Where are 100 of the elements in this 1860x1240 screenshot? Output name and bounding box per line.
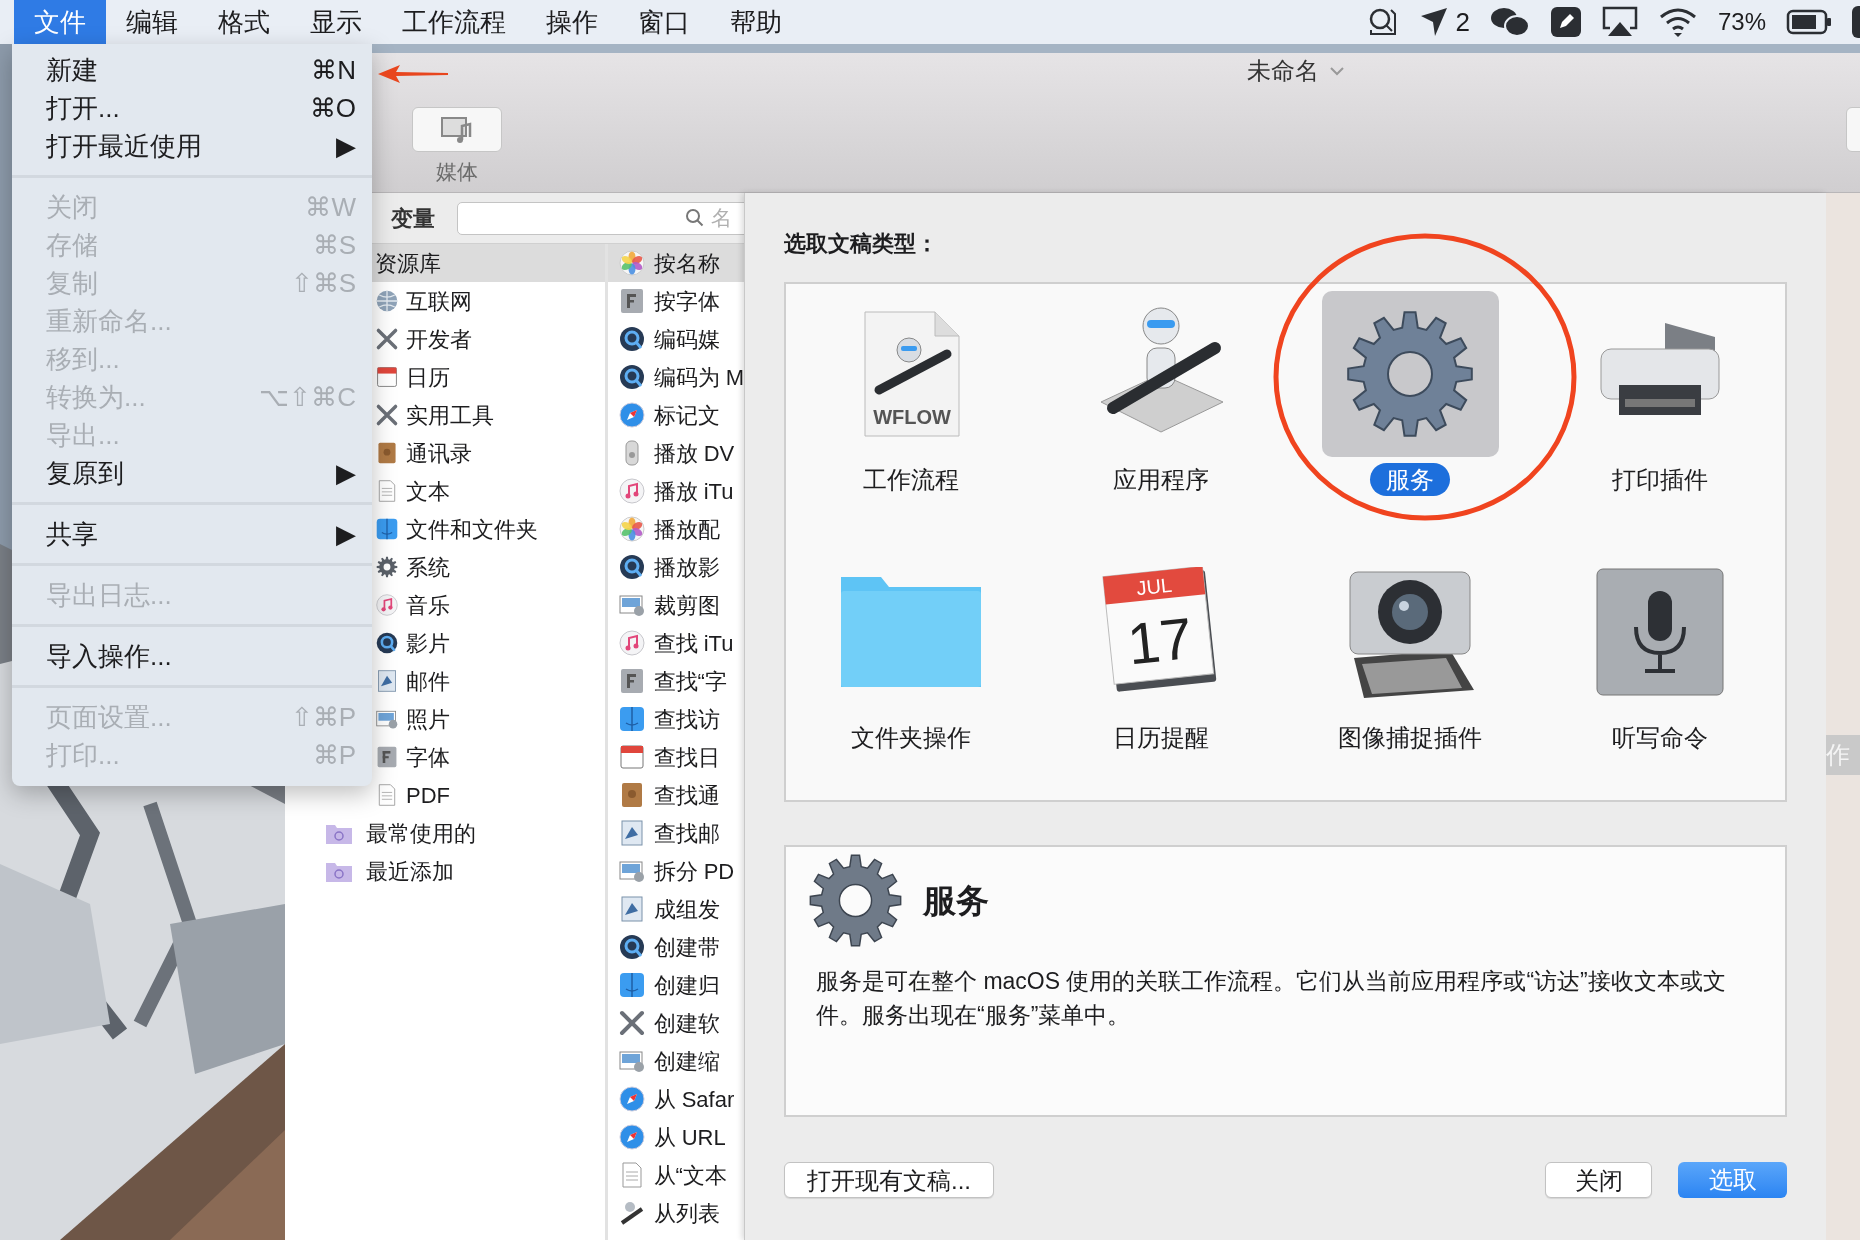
gear-icon — [808, 853, 903, 948]
document-type-label[interactable]: 应用程序 — [1096, 463, 1225, 496]
action-item[interactable]: 查找访 — [607, 700, 744, 738]
music-note-icon — [617, 629, 646, 657]
toolbar-label: 媒体 — [436, 159, 478, 185]
play-circle-icon — [617, 553, 646, 581]
action-item[interactable]: 查找“字 — [607, 662, 744, 700]
crossed-tools-icon — [375, 327, 399, 351]
variables-label[interactable]: 变量 — [391, 201, 435, 235]
description-text: 服务是可在整个 macOS 使用的关联工作流程。它们从当前应用程序或“访达”接收文本或文件。服务出现在“服务”菜单中。 — [815, 967, 1727, 1030]
face-icon — [375, 517, 399, 541]
action-item[interactable]: 播放影 — [607, 548, 744, 586]
airplay-icon[interactable] — [1601, 6, 1638, 38]
menu-item[interactable]: 新建 ⌘N — [12, 51, 372, 89]
menu-title[interactable]: 编辑 — [106, 0, 198, 44]
action-item[interactable]: 按字体 — [607, 282, 744, 320]
menu-title[interactable]: 文件 — [14, 0, 106, 44]
flower-icon — [617, 249, 646, 277]
menu-title[interactable]: 操作 — [526, 0, 618, 44]
menu-item[interactable]: 复原到 ▶ — [12, 454, 372, 492]
file-type-label: WFLOW — [873, 406, 951, 428]
paper-plane-icon[interactable] — [1419, 6, 1450, 38]
action-item[interactable]: 播放 DV — [607, 434, 744, 472]
menu-title[interactable]: 格式 — [198, 0, 290, 44]
menu-title[interactable]: 窗口 — [618, 0, 710, 44]
month-label: JUL — [1135, 573, 1173, 600]
close-button[interactable]: 关闭 — [1545, 1162, 1652, 1198]
action-item[interactable]: 创建归 — [607, 966, 744, 1004]
flower-icon — [617, 515, 646, 543]
compass-icon — [617, 1123, 646, 1151]
gear-icon — [375, 555, 399, 579]
font-tile-icon — [375, 745, 399, 769]
wifi-icon[interactable] — [1657, 6, 1698, 38]
action-item[interactable]: 裁剪图 — [607, 586, 744, 624]
action-item[interactable]: 查找邮 — [607, 814, 744, 852]
menu-item[interactable]: 打开最近使用 ▶ — [12, 127, 372, 165]
document-type-label[interactable]: 文件夹操作 — [834, 721, 987, 754]
action-item[interactable]: 创建软 — [607, 1004, 744, 1042]
action-item[interactable]: 从“文本 — [607, 1156, 744, 1194]
notification-count: 2 — [1455, 5, 1470, 39]
calendar-icon — [617, 743, 646, 771]
play-circle-icon — [617, 325, 646, 353]
compass-icon — [617, 1085, 646, 1113]
day-label: 17 — [1124, 604, 1195, 677]
action-item[interactable]: 按名称 — [607, 244, 744, 282]
action-item[interactable]: 拆分 PD — [607, 852, 744, 890]
action-item[interactable]: 创建缩 — [607, 1042, 744, 1080]
window-title: 未命名 — [1247, 56, 1319, 86]
calendar-icon — [375, 365, 399, 389]
action-item[interactable]: 播放 iTu — [607, 472, 744, 510]
description-title: 服务 — [923, 880, 989, 921]
action-item[interactable]: 成组发 — [607, 890, 744, 928]
play-circle-icon — [375, 631, 399, 655]
document-type-label[interactable]: 打印插件 — [1596, 463, 1725, 496]
face-icon — [617, 971, 646, 999]
document-type-label[interactable]: 日历提醒 — [1096, 721, 1225, 754]
document-type-label[interactable]: 听写命令 — [1596, 721, 1725, 754]
search-icon — [685, 208, 705, 228]
music-note-icon — [375, 593, 399, 617]
pencil-square-icon[interactable] — [1549, 6, 1582, 38]
action-item[interactable]: 编码为 M — [607, 358, 744, 396]
menu-title[interactable]: 显示 — [290, 0, 382, 44]
library-item[interactable]: 最近添加 — [285, 852, 605, 890]
menu-title[interactable]: 帮助 — [710, 0, 802, 44]
toolbar-button[interactable] — [412, 107, 502, 152]
action-item[interactable]: 标记文 — [607, 396, 744, 434]
crossed-tools-icon — [617, 1009, 646, 1037]
play-circle-icon — [617, 363, 646, 391]
media-icon — [440, 115, 474, 144]
library-item[interactable]: 最常使用的 — [285, 814, 605, 852]
action-item[interactable]: 查找 iTu — [607, 624, 744, 662]
workflow-document-icon — [864, 311, 960, 437]
action-item[interactable]: 从 URL — [607, 1118, 744, 1156]
action-item[interactable]: 创建带 — [607, 928, 744, 966]
library-item[interactable]: PDF — [285, 776, 605, 814]
chat-bubbles-icon[interactable] — [1489, 6, 1530, 38]
action-item[interactable]: 从列表 — [607, 1194, 744, 1232]
crossed-tools-icon — [375, 403, 399, 427]
music-note-icon — [617, 477, 646, 505]
play-circle-icon — [617, 933, 646, 961]
menu-title[interactable]: 工作流程 — [382, 0, 526, 44]
document-type-label[interactable]: 工作流程 — [846, 463, 975, 496]
open-document-button[interactable]: 打开现有文稿... — [784, 1162, 994, 1198]
action-item[interactable]: 查找通 — [607, 776, 744, 814]
gear-icon — [1345, 309, 1476, 439]
sheet-prompt: 选取文稿类型： — [784, 231, 939, 257]
document-type-label[interactable]: 服务 — [1370, 463, 1451, 496]
action-item[interactable]: 从 Safar — [607, 1080, 744, 1118]
document-type-label[interactable]: 图像捕捉插件 — [1322, 721, 1499, 754]
action-item[interactable]: 播放配 — [607, 510, 744, 548]
action-item[interactable]: 编码媒 — [607, 320, 744, 358]
stamp-icon — [375, 669, 399, 693]
face-icon — [617, 705, 646, 733]
globe-icon — [375, 289, 399, 313]
menu-item[interactable]: 打开... ⌘O — [12, 89, 372, 127]
battery-percent: 73% — [1717, 7, 1766, 37]
microphone-icon — [1595, 567, 1726, 697]
compass-icon — [617, 401, 646, 429]
battery-icon[interactable] — [1786, 8, 1832, 36]
action-item[interactable]: 查找日 — [607, 738, 744, 776]
